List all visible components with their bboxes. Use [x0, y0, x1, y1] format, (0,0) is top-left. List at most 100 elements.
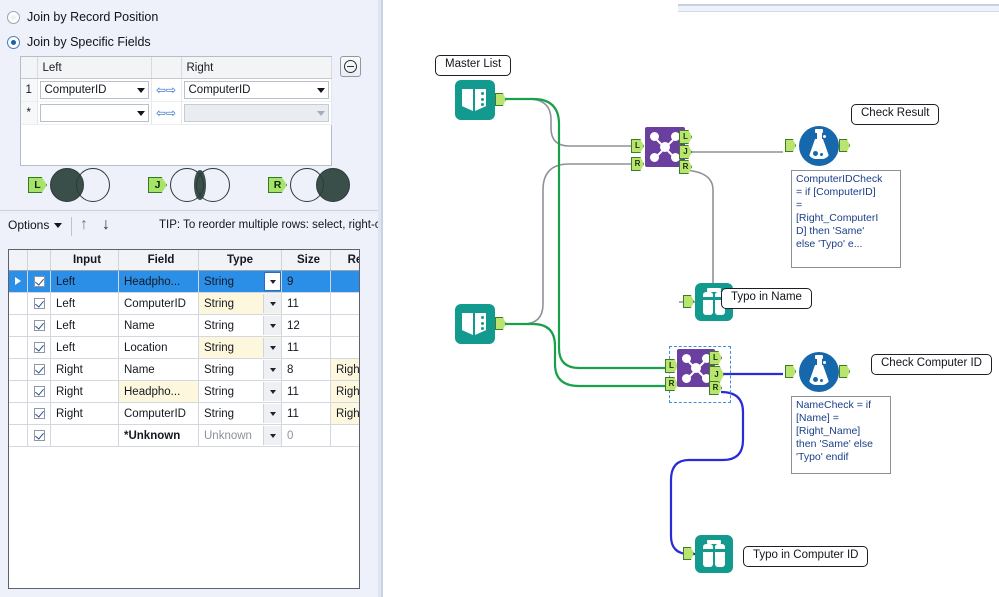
row-checkbox[interactable]	[28, 271, 51, 293]
cell-type[interactable]: String	[199, 381, 282, 403]
node-check-result[interactable]	[799, 126, 839, 166]
row-handle[interactable]	[9, 337, 28, 359]
join-left-field-dropdown[interactable]: ComputerID	[40, 81, 149, 99]
radio-join-by-record-position[interactable]: Join by Record Position	[7, 10, 158, 24]
cell-size[interactable]: 12	[282, 315, 331, 337]
venn-selector-right[interactable]: R	[268, 168, 350, 202]
column-header-type[interactable]: Type	[199, 250, 282, 271]
column-header-input[interactable]: Input	[51, 250, 119, 271]
checkbox-icon[interactable]	[34, 408, 45, 419]
row-handle[interactable]	[9, 403, 28, 425]
cell-size[interactable]: 11	[282, 403, 331, 425]
type-dropdown-button[interactable]	[263, 338, 281, 357]
node-join-top[interactable]: L R L J R	[645, 127, 685, 167]
node-check-computer-id[interactable]	[799, 352, 839, 392]
input-port-right[interactable]: R	[631, 157, 644, 171]
checkbox-icon[interactable]	[34, 342, 45, 353]
type-dropdown-button[interactable]	[264, 272, 281, 291]
checkbox-icon[interactable]	[34, 364, 45, 375]
table-row[interactable]: LeftHeadpho...String9	[9, 271, 360, 293]
cell-rename[interactable]: Right_Nam	[331, 359, 361, 381]
join-grid-row[interactable]: 1 ComputerID ⇦⇨ ComputerID	[21, 79, 331, 102]
cell-rename[interactable]	[331, 425, 361, 447]
checkbox-icon[interactable]	[34, 430, 45, 441]
cell-rename[interactable]: Right_Hea	[331, 381, 361, 403]
arrow-left-icon[interactable]: ⇦	[156, 107, 166, 119]
join-row-left-cell[interactable]	[37, 102, 151, 125]
cell-rename[interactable]	[331, 315, 361, 337]
join-row-arrows[interactable]: ⇦⇨	[151, 102, 181, 125]
checkbox-icon[interactable]	[34, 320, 45, 331]
remove-join-row-button[interactable]	[340, 56, 361, 77]
type-dropdown-button[interactable]	[263, 294, 281, 313]
cell-type[interactable]: Unknown	[199, 425, 282, 447]
input-port[interactable]	[683, 547, 694, 560]
row-checkbox[interactable]	[28, 425, 51, 447]
venn-selector-join[interactable]: J	[148, 168, 230, 202]
input-port-left[interactable]: L	[631, 139, 644, 153]
input-port[interactable]	[785, 139, 796, 152]
checkbox-icon[interactable]	[34, 386, 45, 397]
cell-type[interactable]: String	[199, 315, 282, 337]
node-join-selected[interactable]: L R L J R	[677, 349, 715, 387]
join-row-arrows[interactable]: ⇦⇨	[151, 79, 181, 102]
column-header-field[interactable]: Field	[119, 250, 199, 271]
input-port[interactable]	[683, 295, 694, 308]
table-row[interactable]: RightComputerIDString11Right_Com	[9, 403, 360, 425]
output-port-left[interactable]: L	[679, 130, 692, 144]
row-handle[interactable]	[9, 425, 28, 447]
table-row[interactable]: LeftComputerIDString11	[9, 293, 360, 315]
arrow-right-icon[interactable]: ⇨	[166, 107, 176, 119]
row-handle[interactable]	[9, 315, 28, 337]
cell-size[interactable]: 8	[282, 359, 331, 381]
output-port[interactable]	[495, 93, 506, 106]
output-port[interactable]	[495, 317, 506, 330]
type-dropdown-button[interactable]	[263, 360, 281, 379]
node-label-typo-in-computer-id[interactable]: Typo in Computer ID	[743, 546, 868, 567]
cell-size[interactable]: 11	[282, 381, 331, 403]
column-header-rename[interactable]: Rename	[331, 250, 361, 271]
workflow-canvas[interactable]: Master List L R	[383, 0, 999, 597]
row-checkbox[interactable]	[28, 315, 51, 337]
row-checkbox[interactable]	[28, 381, 51, 403]
join-row-right-cell[interactable]	[181, 102, 331, 125]
node-label-typo-in-name[interactable]: Typo in Name	[721, 288, 812, 309]
node-second-input[interactable]	[455, 304, 495, 344]
row-checkbox[interactable]	[28, 293, 51, 315]
column-header-size[interactable]: Size	[282, 250, 331, 271]
move-down-button[interactable]: ↓	[102, 216, 110, 234]
input-port[interactable]	[785, 365, 796, 378]
table-row[interactable]: LeftLocationString11	[9, 337, 360, 359]
table-row[interactable]: *UnknownUnknown0	[9, 425, 360, 447]
node-label-check-computer-id[interactable]: Check Computer ID	[871, 354, 992, 375]
table-row[interactable]: RightNameString8Right_Nam	[9, 359, 360, 381]
join-row-right-cell[interactable]: ComputerID	[181, 79, 331, 102]
checkbox-icon[interactable]	[34, 298, 45, 309]
cell-size[interactable]: 11	[282, 293, 331, 315]
checkbox-icon[interactable]	[34, 276, 45, 287]
cell-type[interactable]: String	[199, 293, 282, 315]
row-handle[interactable]	[9, 381, 28, 403]
output-port[interactable]	[839, 139, 850, 152]
node-label-check-result[interactable]: Check Result	[851, 104, 939, 125]
cell-type[interactable]: String	[199, 271, 282, 293]
node-typo-in-computer-id[interactable]	[695, 535, 733, 573]
cell-size[interactable]: 11	[282, 337, 331, 359]
cell-size[interactable]: 9	[282, 271, 331, 293]
row-checkbox[interactable]	[28, 403, 51, 425]
row-handle[interactable]	[9, 359, 28, 381]
type-dropdown-button[interactable]	[263, 316, 281, 335]
table-row[interactable]: LeftNameString12	[9, 315, 360, 337]
arrow-left-icon[interactable]: ⇦	[156, 84, 166, 96]
output-port-join[interactable]: J	[679, 145, 692, 159]
arrow-right-icon[interactable]: ⇨	[166, 84, 176, 96]
venn-selector-left[interactable]: L	[28, 168, 110, 202]
cell-type[interactable]: String	[199, 403, 282, 425]
node-master-list[interactable]	[455, 80, 495, 120]
join-right-field-dropdown[interactable]: ComputerID	[184, 81, 329, 99]
radio-join-by-specific-fields[interactable]: Join by Specific Fields	[7, 35, 151, 49]
join-grid-row[interactable]: * ⇦⇨	[21, 102, 331, 125]
cell-type[interactable]: String	[199, 359, 282, 381]
type-dropdown-button[interactable]	[263, 404, 281, 423]
row-checkbox[interactable]	[28, 359, 51, 381]
